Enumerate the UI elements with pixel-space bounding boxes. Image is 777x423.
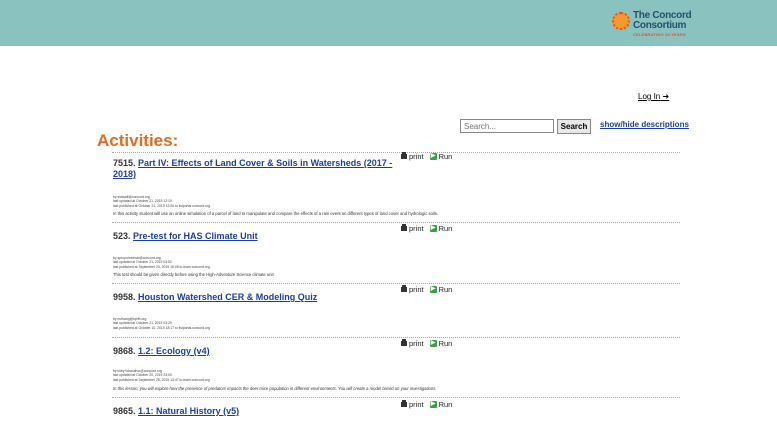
activity-link[interactable]: Part IV: Effects of Land Cover & Soils i… [113, 158, 392, 179]
print-link[interactable]: print [409, 224, 424, 233]
print-link[interactable]: print [409, 285, 424, 294]
run-icon[interactable]: ▶ [429, 340, 437, 347]
activity-number: 9865. [113, 406, 136, 416]
activity-actions: print ▶ Run [401, 224, 452, 233]
sun-logo-icon [612, 12, 630, 30]
logo-tagline: CELEBRATING 25 YEARS [633, 32, 686, 37]
run-icon[interactable]: ▶ [429, 401, 437, 408]
activity-link[interactable]: 1.1: Natural History (v5) [138, 406, 239, 416]
print-link[interactable]: print [409, 152, 424, 161]
concord-consortium-logo[interactable]: The Concord Consortium CELEBRATING 25 YE… [612, 10, 692, 37]
activity-number: 7515. [113, 158, 136, 168]
activity-title: 9865. 1.1: Natural History (v5) [113, 406, 393, 417]
divider [112, 283, 680, 284]
logo-text-line2: Consortium [633, 20, 687, 31]
activity-description: This test should be given directly befor… [113, 272, 274, 277]
activity-link[interactable]: Pre-test for HAS Climate Unit [133, 231, 258, 241]
page-header: The Concord Consortium CELEBRATING 25 YE… [0, 0, 777, 46]
activity-title: 523. Pre-test for HAS Climate Unit [113, 231, 393, 242]
activity-description: In this lesson, you will explore how the… [113, 386, 437, 391]
activity-meta: by spruputneinski@concord.org last updat… [113, 256, 210, 269]
login-icon: ➜ [662, 92, 670, 101]
divider [112, 222, 680, 223]
run-icon[interactable]: ▶ [429, 286, 437, 293]
activity-title: 9958. Houston Watershed CER & Modeling Q… [113, 292, 393, 303]
activity-number: 523. [113, 231, 131, 241]
print-icon[interactable] [401, 400, 407, 407]
login-link[interactable]: Log In ➜ [638, 92, 669, 101]
run-link[interactable]: Run [439, 339, 453, 348]
activity-meta: by kiley+ldnauthor@concord.org last upda… [113, 369, 210, 382]
activity-meta: by mzhang@sprfb.org last updated at Octo… [113, 317, 210, 330]
run-link[interactable]: Run [439, 152, 453, 161]
activity-title: 7515. Part IV: Effects of Land Cover & S… [113, 158, 393, 180]
activity-published: last published at October 10, 2019 18:17… [113, 325, 211, 330]
activity-actions: print ▶ Run [401, 339, 452, 348]
activity-number: 9868. [113, 346, 136, 356]
print-icon[interactable] [401, 285, 407, 292]
activity-actions: print ▶ Run [401, 285, 452, 294]
activity-published: last published at September 28, 2019 13:… [113, 377, 210, 382]
page-title: Activities: [97, 131, 179, 150]
run-link[interactable]: Run [439, 400, 453, 409]
run-icon[interactable]: ▶ [429, 153, 437, 160]
divider [112, 397, 680, 398]
activity-number: 9958. [113, 292, 136, 302]
divider [112, 337, 680, 338]
print-icon[interactable] [401, 339, 407, 346]
run-icon[interactable]: ▶ [429, 225, 437, 232]
activity-meta: by sstaudt@concord.org last updated at O… [113, 195, 210, 208]
activity-published: last published at October 21, 2019 12:06… [113, 203, 211, 208]
activity-actions: print ▶ Run [401, 400, 452, 409]
run-link[interactable]: Run [439, 285, 453, 294]
activity-actions: print ▶ Run [401, 152, 452, 161]
activity-published: last published at September 23, 2019 15:… [113, 264, 210, 269]
activity-description: In this activity student will use an onl… [113, 211, 439, 216]
divider [112, 152, 680, 153]
login-label: Log In [638, 92, 661, 101]
print-icon[interactable] [401, 152, 407, 159]
activity-link[interactable]: 1.2: Ecology (v4) [138, 346, 210, 356]
search-input[interactable] [460, 119, 554, 133]
print-link[interactable]: print [409, 400, 424, 409]
run-link[interactable]: Run [439, 224, 453, 233]
show-hide-descriptions-link[interactable]: show/hide descriptions [600, 120, 689, 129]
print-link[interactable]: print [409, 339, 424, 348]
activity-link[interactable]: Houston Watershed CER & Modeling Quiz [138, 292, 317, 302]
print-icon[interactable] [401, 224, 407, 231]
search-button[interactable]: Search [557, 119, 591, 134]
activity-title: 9868. 1.2: Ecology (v4) [113, 346, 393, 357]
